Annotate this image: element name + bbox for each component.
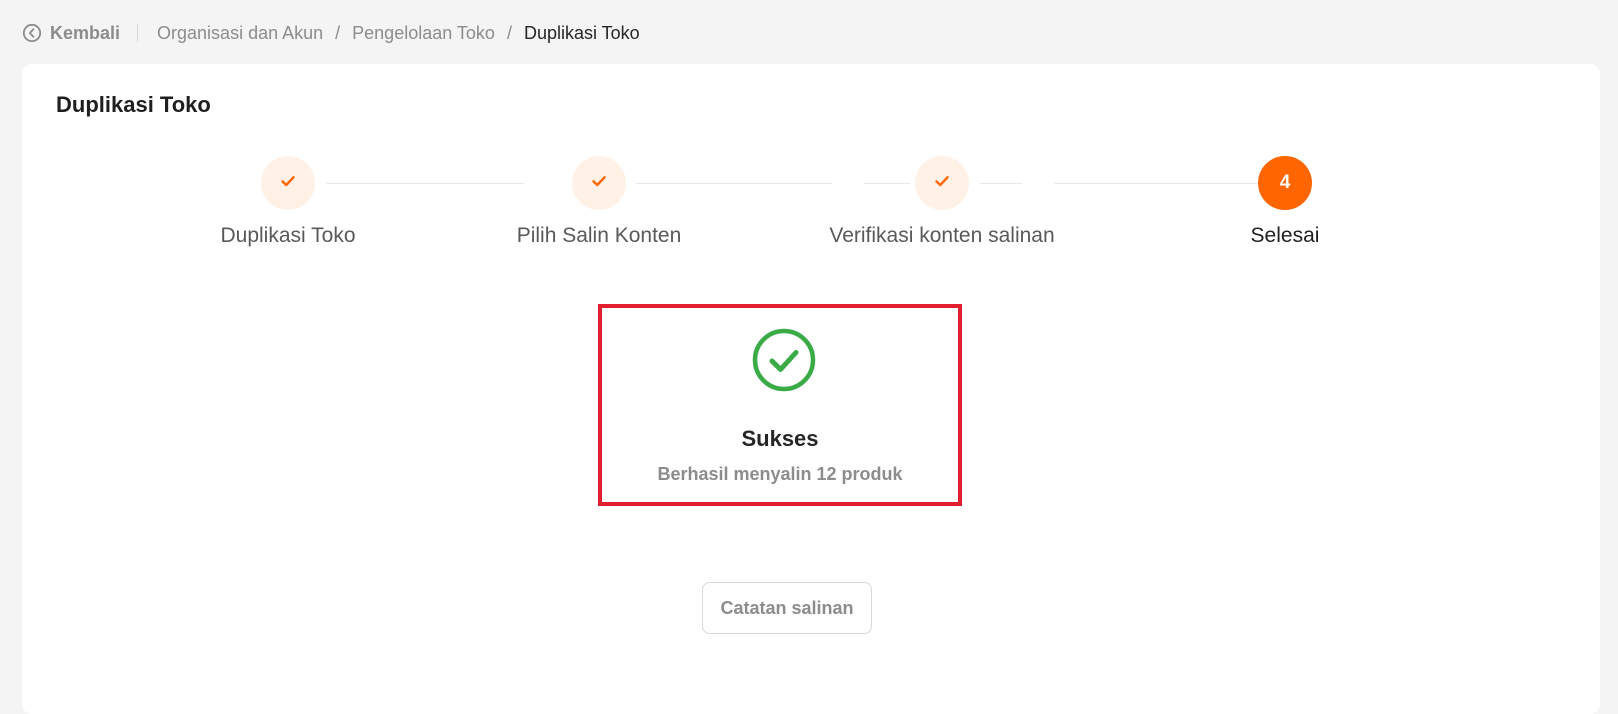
page-title: Duplikasi Toko (56, 92, 211, 117)
breadcrumb-duplikasi-toko: Duplikasi Toko (523, 22, 640, 43)
step-connector (980, 183, 1022, 184)
back-label: Kembali (50, 22, 121, 43)
breadcrumb: Organisasi dan Akun / Pengelolaan Toko /… (157, 23, 640, 44)
check-icon (280, 173, 296, 194)
check-icon (934, 173, 950, 194)
step-status-done (572, 156, 626, 210)
step-status-done (261, 156, 315, 210)
step-label: Verifikasi konten salinan (829, 224, 1055, 247)
step-number-badge: 4 (1258, 156, 1312, 210)
divider (137, 24, 139, 42)
breadcrumb-separator: / (506, 22, 512, 43)
step-connector (864, 183, 910, 184)
check-icon (591, 173, 607, 194)
step-label: Pilih Salin Konten (516, 224, 682, 247)
breadcrumb-organisasi-dan-akun[interactable]: Organisasi dan Akun (157, 23, 323, 44)
back-arrow-circle-icon (22, 23, 42, 43)
success-result-panel: Sukses Berhasil menyalin 12 produk (598, 304, 962, 506)
step-label: Selesai (1250, 224, 1320, 247)
breadcrumb-pengelolaan-toko[interactable]: Pengelolaan Toko (352, 23, 495, 44)
step-connector (326, 183, 524, 184)
stepper: Duplikasi Toko Pilih Salin Konten Verifi… (22, 156, 1600, 266)
step-status-done (915, 156, 969, 210)
step-connector (636, 183, 832, 184)
result-title: Sukses (741, 426, 819, 451)
step-connector (1054, 183, 1258, 184)
success-check-circle-icon (752, 328, 816, 392)
copy-log-button[interactable]: Catatan salinan (702, 582, 872, 634)
breadcrumb-separator: / (335, 22, 341, 43)
top-navigation: Kembali Organisasi dan Akun / Pengelolaa… (22, 18, 640, 48)
back-button[interactable]: Kembali (22, 23, 120, 44)
result-subtitle: Berhasil menyalin 12 produk (657, 464, 903, 484)
